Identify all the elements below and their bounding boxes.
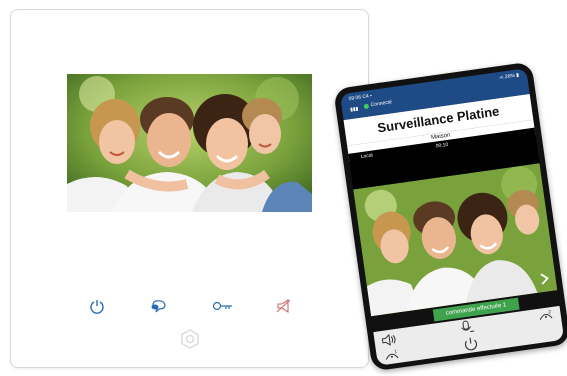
smartphone: 09:06 C4 • ▮▮▮ Connecté «ı 26% ▮ Surveil… <box>333 61 567 372</box>
monitor-video-screen <box>67 74 312 212</box>
hang-up-icon <box>461 335 481 351</box>
power-icon <box>89 298 105 314</box>
door-open-icon-2: 1 <box>382 347 402 363</box>
mute-icon <box>275 298 293 314</box>
chevron-right-icon <box>537 272 553 291</box>
hang-up-button[interactable] <box>461 335 481 351</box>
phone-video-feed <box>353 163 558 317</box>
microphone-icon <box>457 319 477 335</box>
speaker-icon <box>380 332 400 348</box>
mute-button[interactable] <box>271 294 297 318</box>
svg-text:1: 1 <box>394 349 398 355</box>
battery-indicator: «ı 26% ▮ <box>499 72 520 82</box>
svg-text:2: 2 <box>548 309 552 315</box>
door-open-icon-1: 2 <box>536 307 556 323</box>
door-open-button-2[interactable]: 1 <box>382 347 402 363</box>
family-photo <box>67 74 312 212</box>
connection-label: Connecté <box>370 99 393 109</box>
connected-dot-icon <box>363 103 370 109</box>
phone-body: 09:06 C4 • ▮▮▮ Connecté «ı 26% ▮ Surveil… <box>333 61 567 372</box>
unlock-button[interactable] <box>210 294 236 318</box>
power-button[interactable] <box>84 294 110 318</box>
key-icon <box>211 298 235 314</box>
intercom-monitor <box>10 9 369 368</box>
next-camera-button[interactable] <box>537 271 553 287</box>
family-photo <box>353 163 558 317</box>
touch-button-row <box>11 294 368 318</box>
speaker-button[interactable] <box>380 332 400 348</box>
connection-status: Connecté <box>363 99 392 109</box>
talk-icon <box>149 298 169 314</box>
brand-logo-icon <box>179 328 201 350</box>
talk-button[interactable] <box>146 294 172 318</box>
door-open-button-1[interactable]: 2 <box>536 307 556 323</box>
status-time: 09:06 C4 • <box>348 93 373 103</box>
microphone-button[interactable] <box>457 319 477 335</box>
signal-icon: ▮▮▮ <box>349 106 359 114</box>
